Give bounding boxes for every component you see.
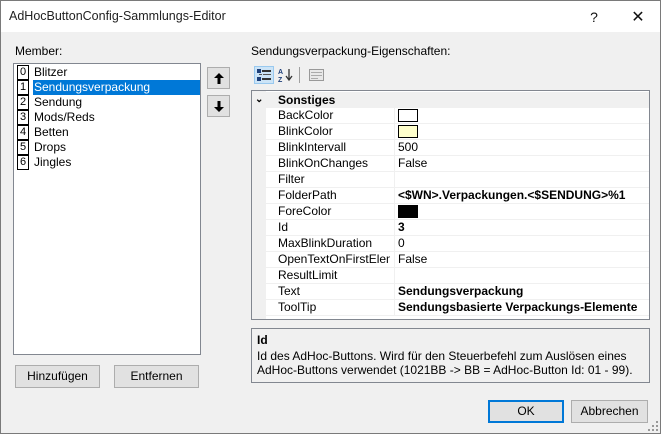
property-name: Text (278, 284, 301, 298)
member-item[interactable]: 6 Jingles (15, 155, 199, 170)
property-row[interactable]: BlinkIntervall 500 (266, 140, 649, 156)
member-item[interactable]: 3 Mods/Reds (15, 110, 199, 125)
property-value[interactable]: 3 (394, 220, 649, 235)
member-name: Jingles (34, 155, 72, 169)
color-swatch (398, 109, 418, 122)
color-swatch (398, 205, 418, 218)
member-index: 1 (17, 80, 29, 95)
color-swatch (398, 125, 418, 138)
member-item[interactable]: 0 Blitzer (15, 65, 199, 80)
add-button[interactable]: Hinzufügen (15, 365, 100, 388)
property-name: ResultLimit (278, 268, 338, 282)
property-name: FolderPath (278, 188, 337, 202)
member-index: 5 (17, 140, 29, 155)
property-value[interactable] (394, 108, 649, 123)
arrow-down-icon (213, 100, 224, 112)
property-value[interactable]: 500 (394, 140, 649, 155)
svg-text:Z: Z (278, 77, 283, 82)
members-label: Member: (15, 44, 63, 58)
property-value[interactable]: False (394, 156, 649, 171)
cancel-button[interactable]: Abbrechen (571, 400, 648, 423)
category-name: Sonstiges (278, 93, 336, 107)
property-value[interactable]: Sendungsbasierte Verpackungs-Elemente (394, 300, 649, 315)
property-value[interactable]: 0 (394, 236, 649, 251)
category-row[interactable]: ⌄ Sonstiges (252, 92, 649, 108)
properties-label: Sendungsverpackung-Eigenschaften: (251, 44, 451, 58)
svg-text:A: A (278, 69, 283, 76)
property-value[interactable]: <$WN>.Verpackungen.<$SENDUNG>%1 (394, 188, 649, 203)
remove-button[interactable]: Entfernen (114, 365, 199, 388)
move-down-button[interactable] (207, 95, 230, 117)
member-name: Sendung (34, 95, 83, 109)
property-row[interactable]: BlinkOnChanges False (266, 156, 649, 172)
property-name: BlinkColor (278, 124, 333, 138)
description-text: Id des AdHoc-Buttons. Wird für den Steue… (257, 349, 633, 377)
member-index: 3 (17, 110, 29, 125)
close-button[interactable]: ✕ (615, 1, 661, 32)
property-grid: ⌄ Sonstiges BackColor BlinkColor BlinkInte… (251, 90, 650, 320)
property-row[interactable]: FolderPath <$WN>.Verpackungen.<$SENDUNG>%… (266, 188, 649, 204)
property-grid-gutter (252, 91, 266, 319)
property-row[interactable]: BackColor (266, 108, 649, 124)
arrow-up-icon (213, 72, 224, 84)
member-index: 6 (17, 155, 29, 170)
property-pages-icon (308, 69, 324, 81)
property-value[interactable] (394, 204, 649, 219)
property-row[interactable]: ResultLimit (266, 268, 649, 284)
member-name: Sendungsverpackung (33, 80, 200, 95)
member-name: Blitzer (34, 65, 68, 79)
alphabetical-view-button[interactable]: A Z (276, 66, 296, 84)
member-item[interactable]: 5 Drops (15, 140, 199, 155)
member-item[interactable]: 2 Sendung (15, 95, 199, 110)
title-bar: AdHocButtonConfig-Sammlungs-Editor ? ✕ (1, 1, 660, 32)
resize-grip-icon[interactable] (648, 421, 658, 431)
property-name: Filter (278, 172, 305, 186)
member-name: Drops (34, 140, 67, 154)
toolbar-separator (299, 67, 300, 83)
window-title: AdHocButtonConfig-Sammlungs-Editor (9, 9, 226, 23)
property-value[interactable] (394, 172, 649, 187)
dialog-window: AdHocButtonConfig-Sammlungs-Editor ? ✕ M… (0, 0, 661, 434)
property-value[interactable]: False (394, 252, 649, 267)
description-panel: Id Id des AdHoc-Buttons. Wird für den St… (251, 328, 650, 383)
property-name: BackColor (278, 108, 334, 122)
description-title: Id (257, 333, 268, 347)
property-name: MaxBlinkDuration (278, 236, 373, 250)
property-value[interactable]: Sendungsverpackung (394, 284, 649, 299)
help-button[interactable]: ? (571, 1, 617, 32)
property-row[interactable]: ForeColor (266, 204, 649, 220)
property-value[interactable] (394, 124, 649, 139)
member-index: 4 (17, 125, 29, 140)
ok-button[interactable]: OK (488, 400, 564, 423)
categorized-icon (257, 69, 271, 81)
property-grid-toolbar: A Z (251, 63, 648, 88)
member-name: Betten (34, 125, 69, 139)
property-name: ForeColor (278, 204, 332, 218)
property-row[interactable]: MaxBlinkDuration 0 (266, 236, 649, 252)
sort-az-icon: A Z (278, 69, 293, 82)
member-index: 0 (17, 65, 29, 80)
member-list[interactable]: 0 Blitzer 1 Sendungsverpackung 2 Sendung 3 Mods… (13, 63, 201, 355)
property-name: BlinkOnChanges (278, 156, 369, 170)
property-name: ToolTip (278, 300, 317, 314)
property-row[interactable]: Id 3 (266, 220, 649, 236)
collapse-icon[interactable]: ⌄ (255, 92, 263, 108)
property-name: Id (278, 220, 289, 234)
property-row[interactable]: ToolTip Sendungsbasierte Verpackungs-Elem… (266, 300, 649, 316)
property-name: OpenTextOnFirstElemen (278, 252, 390, 266)
property-row[interactable]: Filter (266, 172, 649, 188)
property-row[interactable]: BlinkColor (266, 124, 649, 140)
property-row[interactable]: Text Sendungsverpackung (266, 284, 649, 300)
property-pages-button[interactable] (306, 66, 326, 84)
member-name: Mods/Reds (34, 110, 95, 124)
categorized-view-button[interactable] (254, 66, 274, 84)
property-row[interactable]: OpenTextOnFirstElemen False (266, 252, 649, 268)
member-item[interactable]: 4 Betten (15, 125, 199, 140)
move-up-button[interactable] (207, 67, 230, 89)
member-item[interactable]: 1 Sendungsverpackung (15, 80, 200, 95)
property-name: BlinkIntervall (278, 140, 347, 154)
property-value[interactable] (394, 268, 649, 283)
member-index: 2 (17, 95, 29, 110)
